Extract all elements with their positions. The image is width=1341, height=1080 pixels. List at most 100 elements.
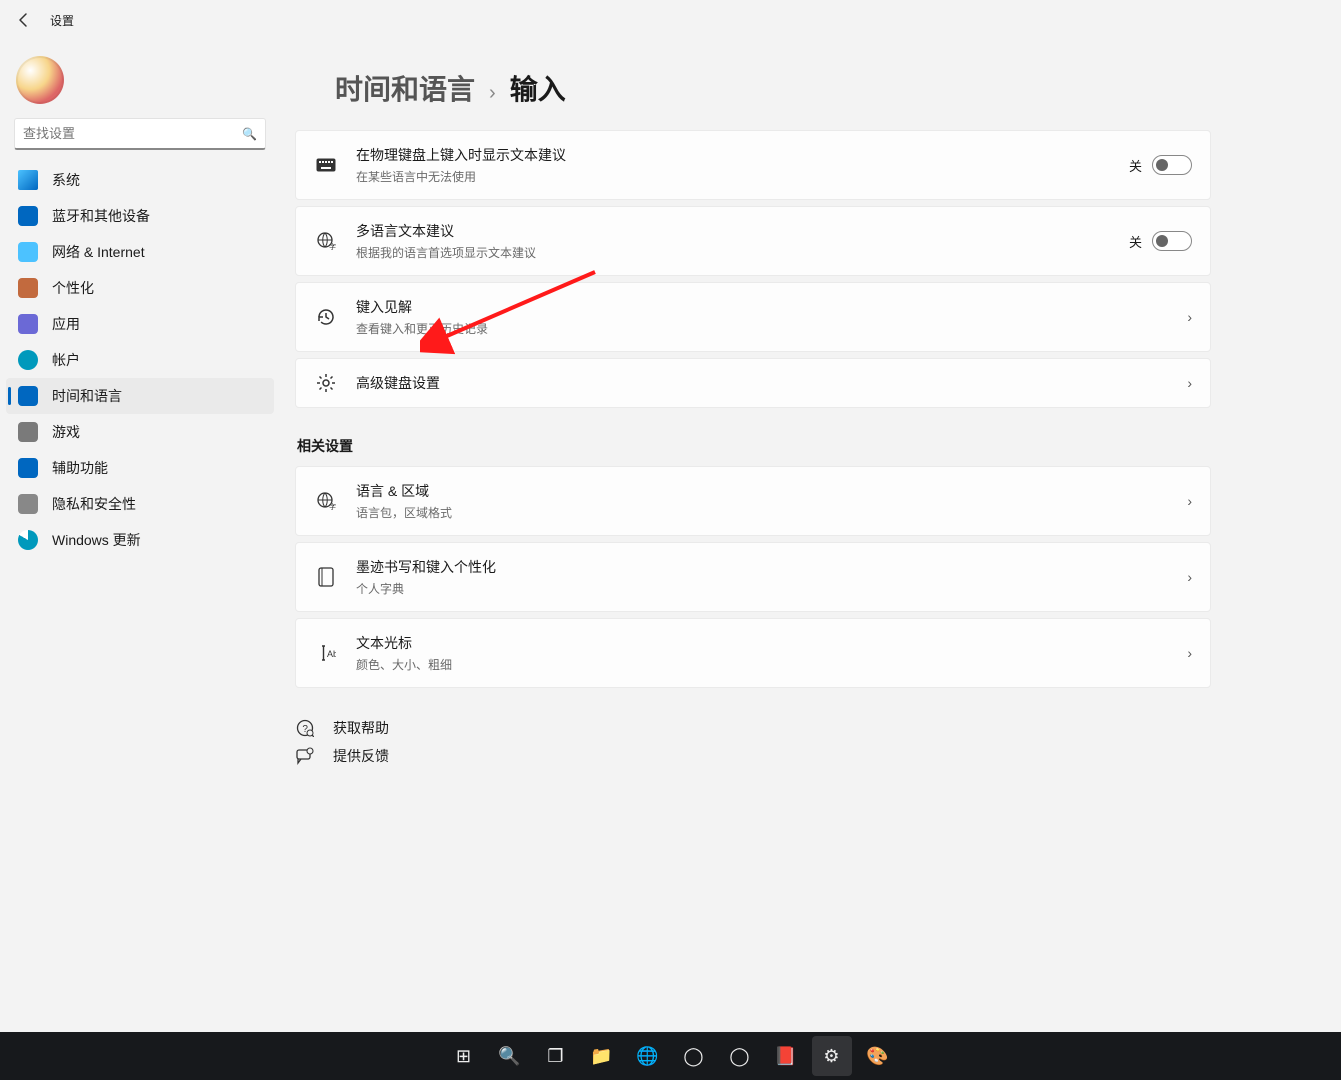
toggle-label: 关: [1129, 156, 1142, 175]
card-subtitle: 个人字典: [356, 580, 1187, 597]
globe-time-icon: [18, 386, 38, 406]
explorer-button[interactable]: 📁: [582, 1036, 622, 1076]
taskbar: ⊞🔍❐📁🌐◯◯📕⚙🎨: [0, 1032, 1341, 1080]
back-arrow-icon: [16, 12, 32, 28]
help-links: ? 获取帮助 提供反馈: [295, 714, 1211, 770]
search-box[interactable]: 🔍: [14, 118, 266, 150]
nav-list: 系统蓝牙和其他设备网络 & Internet 个性化应用帐户时间和语言游戏辅助功能…: [6, 162, 274, 558]
nav-item-label: 应用: [52, 314, 80, 334]
svg-text:字: 字: [329, 502, 336, 511]
card-title: 高级键盘设置: [356, 373, 1187, 393]
start-button[interactable]: ⊞: [444, 1036, 484, 1076]
nav-item-label: 帐户: [52, 350, 80, 370]
card-text-cursor[interactable]: Ab 文本光标 颜色、大小、粗细 ›: [295, 618, 1211, 688]
nav-item-label: 蓝牙和其他设备: [52, 206, 150, 226]
globe-text-icon: 字: [314, 491, 338, 511]
history-icon: [314, 307, 338, 327]
gamepad-icon: [18, 422, 38, 442]
chevron-right-icon: ›: [1187, 645, 1192, 661]
accessibility-icon: [18, 458, 38, 478]
chevron-right-icon: ›: [1187, 309, 1192, 325]
nav-item-3[interactable]: 个性化: [6, 270, 274, 306]
card-title: 语言 & 区域: [356, 481, 1187, 501]
feedback-link[interactable]: 提供反馈: [295, 742, 1211, 770]
nav-item-label: 游戏: [52, 422, 80, 442]
paint-button[interactable]: 🎨: [858, 1036, 898, 1076]
nav-item-2[interactable]: 网络 & Internet: [6, 234, 274, 270]
app1-button[interactable]: 📕: [766, 1036, 806, 1076]
settings-button[interactable]: ⚙: [812, 1036, 852, 1076]
breadcrumb-current: 输入: [510, 68, 566, 108]
shield-icon: [18, 494, 38, 514]
gear-icon: [314, 373, 338, 393]
card-title: 键入见解: [356, 297, 1187, 317]
nav-item-6[interactable]: 时间和语言: [6, 378, 274, 414]
window-title: 设置: [50, 12, 74, 29]
globe-text-icon: 字: [314, 231, 338, 251]
feedback-icon: [295, 747, 315, 765]
card-title: 文本光标: [356, 633, 1187, 653]
breadcrumb: 时间和语言 › 输入: [335, 68, 1211, 108]
card-subtitle: 在某些语言中无法使用: [356, 168, 1129, 185]
toggle-switch[interactable]: [1152, 231, 1192, 251]
breadcrumb-parent[interactable]: 时间和语言: [335, 68, 475, 108]
card-subtitle: 颜色、大小、粗细: [356, 656, 1187, 673]
sidebar: 🔍 系统蓝牙和其他设备网络 & Internet 个性化应用帐户时间和语言游戏辅助…: [0, 40, 280, 568]
search-input[interactable]: [23, 126, 242, 141]
card-subtitle: 查看键入和更正历史记录: [356, 320, 1187, 337]
nav-item-9[interactable]: 隐私和安全性: [6, 486, 274, 522]
chrome-button[interactable]: ◯: [674, 1036, 714, 1076]
search-button[interactable]: 🔍: [490, 1036, 530, 1076]
help-icon: ?: [295, 719, 315, 737]
card-typing-suggestions[interactable]: 在物理键盘上键入时显示文本建议 在某些语言中无法使用 关: [295, 130, 1211, 200]
chevron-right-icon: ›: [1187, 375, 1192, 391]
notebook-icon: [314, 567, 338, 587]
card-subtitle: 语言包，区域格式: [356, 504, 1187, 521]
wifi-icon: [18, 242, 38, 262]
chevron-right-icon: ›: [1187, 493, 1192, 509]
card-advanced-keyboard-settings[interactable]: 高级键盘设置 ›: [295, 358, 1211, 408]
edge-button[interactable]: 🌐: [628, 1036, 668, 1076]
card-subtitle: 根据我的语言首选项显示文本建议: [356, 244, 1129, 261]
card-language-region[interactable]: 字 语言 & 区域 语言包，区域格式 ›: [295, 466, 1211, 536]
nav-item-label: 网络 & Internet: [52, 242, 145, 262]
bluetooth-icon: [18, 206, 38, 226]
card-typing-insights[interactable]: 键入见解 查看键入和更正历史记录 ›: [295, 282, 1211, 352]
main-content: 时间和语言 › 输入 在物理键盘上键入时显示文本建议 在某些语言中无法使用 关 …: [295, 50, 1211, 770]
person-icon: [18, 350, 38, 370]
account-block[interactable]: [6, 50, 274, 118]
get-help-label: 获取帮助: [333, 718, 389, 738]
toggle-label: 关: [1129, 232, 1142, 251]
chevron-right-icon: ›: [489, 82, 496, 105]
toggle-switch[interactable]: [1152, 155, 1192, 175]
nav-item-label: 系统: [52, 170, 80, 190]
nav-item-label: 个性化: [52, 278, 94, 298]
nav-item-1[interactable]: 蓝牙和其他设备: [6, 198, 274, 234]
chevron-right-icon: ›: [1187, 569, 1192, 585]
card-multilingual-suggestions[interactable]: 字 多语言文本建议 根据我的语言首选项显示文本建议 关: [295, 206, 1211, 276]
svg-text:Ab: Ab: [327, 649, 336, 659]
monitor-icon: [18, 170, 38, 190]
card-title: 多语言文本建议: [356, 221, 1129, 241]
card-ink-typing-personalization[interactable]: 墨迹书写和键入个性化 个人字典 ›: [295, 542, 1211, 612]
nav-item-label: 辅助功能: [52, 458, 108, 478]
nav-item-8[interactable]: 辅助功能: [6, 450, 274, 486]
svg-text:字: 字: [329, 242, 336, 251]
get-help-link[interactable]: ? 获取帮助: [295, 714, 1211, 742]
nav-item-0[interactable]: 系统: [6, 162, 274, 198]
nav-item-5[interactable]: 帐户: [6, 342, 274, 378]
nav-item-4[interactable]: 应用: [6, 306, 274, 342]
nav-item-label: 时间和语言: [52, 386, 122, 406]
feedback-label: 提供反馈: [333, 746, 389, 766]
nav-item-10[interactable]: Windows 更新: [6, 522, 274, 558]
apps-icon: [18, 314, 38, 334]
task-view-button[interactable]: ❐: [536, 1036, 576, 1076]
card-title: 在物理键盘上键入时显示文本建议: [356, 145, 1129, 165]
text-cursor-icon: Ab: [314, 644, 338, 662]
chrome2-button[interactable]: ◯: [720, 1036, 760, 1076]
nav-item-7[interactable]: 游戏: [6, 414, 274, 450]
nav-item-label: 隐私和安全性: [52, 494, 136, 514]
card-title: 墨迹书写和键入个性化: [356, 557, 1187, 577]
title-bar: 设置: [0, 0, 1341, 40]
back-button[interactable]: [8, 4, 40, 36]
